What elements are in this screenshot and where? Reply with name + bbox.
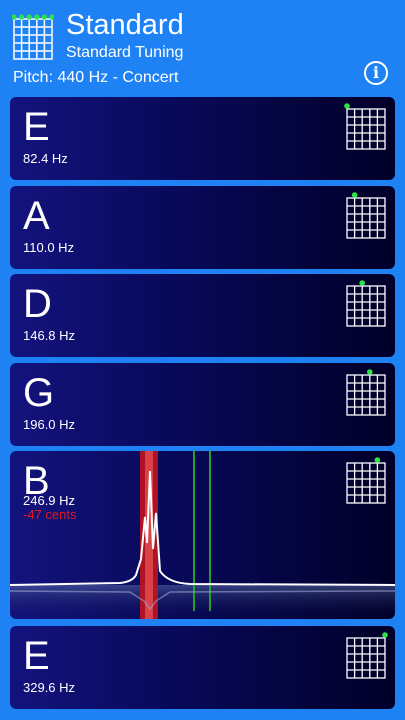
fretboard-icon xyxy=(346,369,386,416)
string-card-e-low[interactable]: E 82.4 Hz xyxy=(10,97,395,180)
note-label: G xyxy=(23,371,55,415)
header: Standard Standard Tuning Pitch: 440 Hz -… xyxy=(0,0,405,95)
string-dot xyxy=(344,103,350,109)
note-label: D xyxy=(23,282,52,326)
note-label: E xyxy=(23,634,50,678)
pitch-label[interactable]: Pitch: 440 Hz - Concert xyxy=(13,68,178,88)
note-label: A xyxy=(23,194,50,238)
string-card-b-active[interactable]: B 246.9 Hz -47 cents xyxy=(10,451,395,619)
note-label: E xyxy=(23,105,50,149)
info-button[interactable]: i xyxy=(364,61,388,85)
string-card-d[interactable]: D 146.8 Hz xyxy=(10,274,395,357)
string-card-e-high[interactable]: E 329.6 Hz xyxy=(10,626,395,709)
fretboard-icon xyxy=(346,280,386,327)
fretboard-icon xyxy=(346,192,386,239)
string-dot xyxy=(374,457,381,463)
frequency-label: 196.0 Hz xyxy=(23,417,76,432)
frequency-label: 146.8 Hz xyxy=(23,328,76,343)
tuning-subtitle[interactable]: Standard Tuning xyxy=(66,43,183,63)
fretboard-icon[interactable] xyxy=(12,13,54,61)
fretboard-icon xyxy=(344,103,386,150)
string-dot xyxy=(382,632,388,638)
string-dot xyxy=(359,280,365,286)
fretboard-icon xyxy=(346,632,388,679)
tuning-title[interactable]: Standard xyxy=(66,8,184,42)
cents-deviation: -47 cents xyxy=(23,507,77,522)
spectrum-display xyxy=(10,451,395,619)
string-card-a[interactable]: A 110.0 Hz xyxy=(10,186,395,269)
string-dot xyxy=(351,192,358,198)
spectrum-curve xyxy=(10,470,395,586)
string-card-g[interactable]: G 196.0 Hz xyxy=(10,363,395,446)
fretboard-icon xyxy=(346,457,386,504)
frequency-label: 82.4 Hz xyxy=(23,151,68,166)
spectrum-reflection xyxy=(10,585,395,619)
frequency-label: 329.6 Hz xyxy=(23,680,76,695)
frequency-label: 110.0 Hz xyxy=(23,240,75,255)
string-dot xyxy=(367,369,373,375)
